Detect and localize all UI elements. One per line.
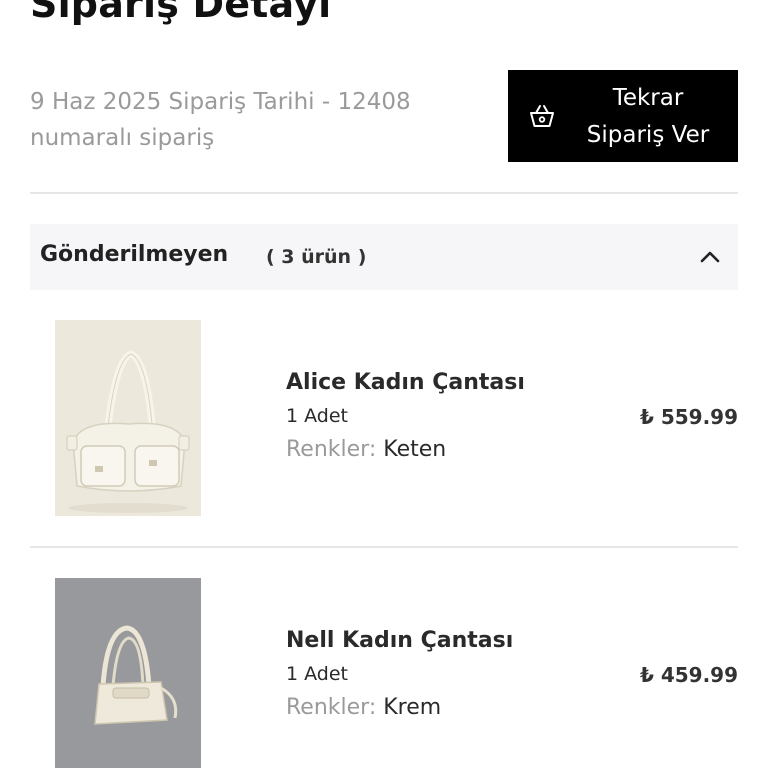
page-title: Sipariş Detayı [30, 0, 332, 26]
product-image-alice[interactable] [55, 320, 201, 516]
order-meta-number: numaralı sipariş [30, 125, 215, 151]
section-divider [30, 192, 738, 194]
reorder-button-label: Tekrar Sipariş Ver [566, 80, 730, 154]
product-price: ₺ 459.99 [639, 663, 738, 687]
chevron-up-icon[interactable] [698, 246, 722, 268]
product-divider [30, 546, 738, 548]
order-meta-date: 9 Haz 2025 Sipariş Tarihi - 12408 [30, 89, 411, 115]
product-color: Renkler: Krem [286, 695, 441, 720]
reorder-button-line2: Sipariş Ver [586, 122, 710, 148]
group-item-count: ( 3 ürün ) [266, 246, 367, 268]
product-quantity: 1 Adet [286, 663, 348, 685]
product-color: Renkler: Keten [286, 437, 446, 462]
basket-icon [530, 105, 554, 127]
product-color-label: Renkler: [286, 695, 377, 720]
group-header-unshipped[interactable]: Gönderilmeyen ( 3 ürün ) [30, 224, 738, 290]
product-name[interactable]: Nell Kadın Çantası [286, 628, 513, 653]
order-meta: 9 Haz 2025 Sipariş Tarihi - 12408 numara… [30, 84, 470, 156]
reorder-button[interactable]: Tekrar Sipariş Ver [508, 70, 738, 162]
product-color-label: Renkler: [286, 437, 377, 462]
product-color-value: Krem [383, 695, 442, 720]
reorder-button-line1: Tekrar [612, 85, 684, 111]
group-title: Gönderilmeyen [40, 242, 229, 267]
product-image-nell[interactable] [55, 578, 201, 768]
product-color-value: Keten [383, 437, 447, 462]
product-name[interactable]: Alice Kadın Çantası [286, 370, 525, 395]
product-quantity: 1 Adet [286, 405, 348, 427]
product-price: ₺ 559.99 [639, 405, 738, 429]
